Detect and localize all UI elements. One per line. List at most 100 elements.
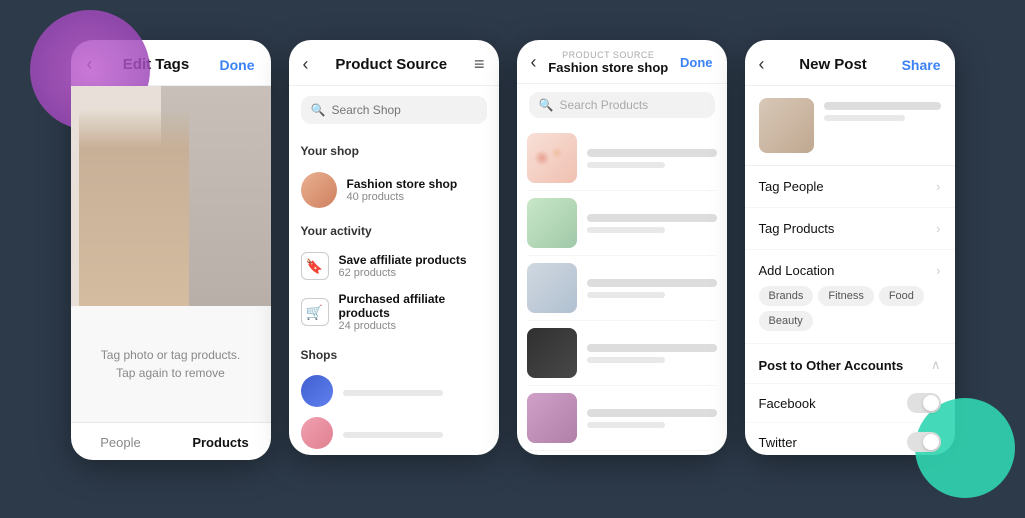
panel-edit-tags: ‹ Edit Tags Done Tag photo or tag produc…: [71, 40, 271, 460]
facebook-toggle[interactable]: [907, 393, 941, 413]
tab-products[interactable]: Products: [171, 435, 271, 450]
new-post-title: New Post: [799, 56, 867, 73]
location-tag-beauty[interactable]: Beauty: [759, 311, 813, 331]
fashion-store-title: Fashion store shop: [548, 60, 668, 75]
location-tag-brands[interactable]: Brands: [759, 286, 814, 306]
add-location-section: Add Location › Brands Fitness Food Beaut…: [745, 250, 955, 344]
other-accounts-header[interactable]: Post to Other Accounts ∧: [745, 344, 955, 384]
person-figure: [79, 108, 189, 306]
shop-line-1b: [343, 390, 444, 396]
shop-line-2b: [343, 432, 444, 438]
shop-row-2[interactable]: [301, 412, 487, 454]
facebook-toggle-row: Facebook: [745, 384, 955, 423]
twitter-label: Twitter: [759, 435, 797, 450]
purchased-affiliate-count: 24 products: [339, 320, 487, 332]
shop-text-1: [343, 386, 487, 396]
menu-items: Tag People › Tag Products › Add Location…: [745, 166, 955, 455]
your-shop-item[interactable]: Fashion store shop 40 products: [301, 166, 487, 214]
your-activity-label: Your activity: [301, 224, 487, 238]
shop-info: Fashion store shop 40 products: [347, 177, 458, 203]
search-shop-input[interactable]: [331, 103, 476, 117]
shops-list: [301, 370, 487, 455]
chevron-right-icon-3: ›: [936, 263, 940, 278]
product-thumb-5: [527, 393, 577, 443]
shop-row-1[interactable]: [301, 370, 487, 412]
back-button-2[interactable]: ‹: [303, 54, 309, 75]
tag-people-item[interactable]: Tag People ›: [745, 166, 955, 208]
purchased-affiliate-info: Purchased affiliate products 24 products: [339, 292, 487, 332]
location-tags: Brands Fitness Food Beauty: [745, 286, 955, 343]
search-products-bar[interactable]: 🔍 Search Products: [529, 92, 715, 118]
shop-thumb-2: [301, 417, 333, 449]
new-post-header: ‹ New Post Share: [745, 40, 955, 86]
add-location-header[interactable]: Add Location ›: [745, 250, 955, 286]
back-button-4[interactable]: ‹: [759, 54, 765, 75]
product-thumb-4: [527, 328, 577, 378]
purchased-affiliate-name: Purchased affiliate products: [339, 292, 487, 320]
post-text-line-2: [824, 115, 906, 121]
save-affiliate-count: 62 products: [339, 267, 467, 279]
other-accounts-section: Post to Other Accounts ∧ Facebook Twitte…: [745, 344, 955, 455]
search-shop-bar[interactable]: 🔍: [301, 96, 487, 124]
shops-label: Shops: [301, 348, 487, 362]
product-info-1: [587, 149, 717, 168]
panels-container: ‹ Edit Tags Done Tag photo or tag produc…: [0, 0, 1025, 518]
product-info-5: [587, 409, 717, 428]
product-row-4[interactable]: [527, 321, 717, 386]
product-row-2[interactable]: [527, 191, 717, 256]
panel-new-post: ‹ New Post Share Tag People › Tag Produc…: [745, 40, 955, 455]
product-row-1[interactable]: [527, 126, 717, 191]
product-info-2: [587, 214, 717, 233]
fashion-store-title-group: PRODUCT SOURCE Fashion store shop: [548, 50, 668, 75]
post-preview: [745, 86, 955, 166]
other-accounts-label: Post to Other Accounts: [759, 358, 904, 373]
product-line-5b: [587, 422, 665, 428]
tab-people[interactable]: People: [71, 435, 171, 450]
chevron-up-icon: ∧: [931, 357, 941, 373]
bookmark-icon: 🔖: [301, 252, 329, 280]
post-text-line-1: [824, 102, 941, 110]
save-affiliate-name: Save affiliate products: [339, 253, 467, 267]
shop-thumb-1: [301, 375, 333, 407]
share-button[interactable]: Share: [902, 57, 941, 73]
product-source-title: Product Source: [335, 56, 447, 73]
search-icon: 🔍: [311, 103, 326, 117]
products-list: [517, 126, 727, 455]
product-row-3[interactable]: [527, 256, 717, 321]
shop-name: Fashion store shop: [347, 177, 458, 191]
product-source-header: ‹ Product Source ≡: [289, 40, 499, 86]
tabs-bar: People Products: [71, 422, 271, 460]
back-button-3[interactable]: ‹: [531, 52, 537, 73]
product-line-4b: [587, 357, 665, 363]
product-line-5a: [587, 409, 717, 417]
location-tag-fitness[interactable]: Fitness: [818, 286, 873, 306]
tag-products-item[interactable]: Tag Products ›: [745, 208, 955, 250]
menu-icon[interactable]: ≡: [474, 54, 485, 75]
search-products-placeholder: Search Products: [559, 98, 648, 112]
save-affiliate-info: Save affiliate products 62 products: [339, 253, 467, 279]
add-location-label: Add Location: [759, 263, 835, 278]
location-tag-food[interactable]: Food: [879, 286, 924, 306]
save-affiliate-item[interactable]: 🔖 Save affiliate products 62 products: [301, 246, 487, 286]
product-source-body: Your shop Fashion store shop 40 products…: [289, 134, 499, 455]
product-line-1b: [587, 162, 665, 168]
post-thumbnail: [759, 98, 814, 153]
done-button[interactable]: Done: [220, 57, 255, 73]
photo-area: [71, 86, 271, 306]
cart-icon: 🛒: [301, 298, 329, 326]
shop-row-3[interactable]: [301, 454, 487, 455]
product-thumb-1: [527, 133, 577, 183]
tag-hint: Tag photo or tag products. Tap again to …: [71, 306, 271, 422]
shop-avatar: [301, 172, 337, 208]
product-thumb-2: [527, 198, 577, 248]
product-row-5[interactable]: [527, 386, 717, 451]
post-caption-lines: [824, 98, 941, 121]
twitter-toggle[interactable]: [907, 432, 941, 452]
panel-product-source: ‹ Product Source ≡ 🔍 Your shop Fashion s…: [289, 40, 499, 455]
product-info-3: [587, 279, 717, 298]
product-line-4a: [587, 344, 717, 352]
done-button-3[interactable]: Done: [680, 55, 713, 70]
tag-people-label: Tag People: [759, 179, 824, 194]
product-line-3a: [587, 279, 717, 287]
purchased-affiliate-item[interactable]: 🛒 Purchased affiliate products 24 produc…: [301, 286, 487, 338]
